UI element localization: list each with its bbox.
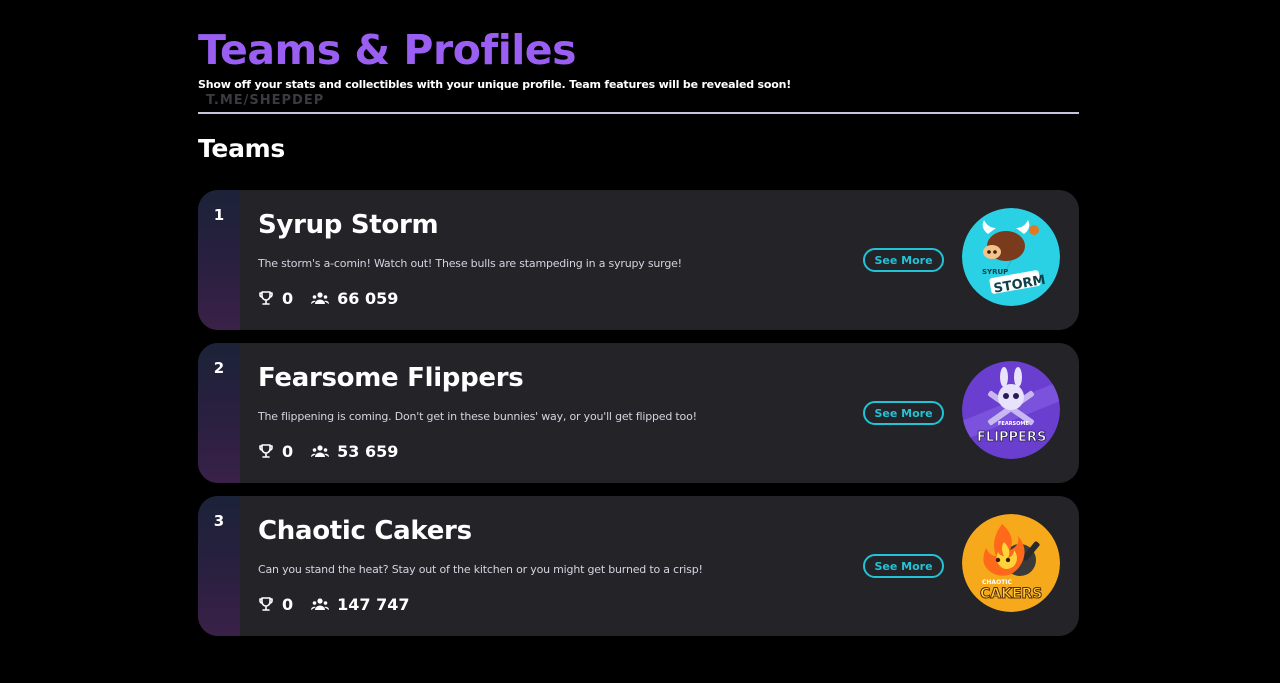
team-logo-fearsome-flippers: FEARSOME FLIPPERS [962, 361, 1060, 459]
team-list: 1 Syrup Storm The storm's a-comin! Watch… [198, 190, 1079, 649]
team-rank: 3 [213, 512, 225, 530]
rank-strip: 1 [198, 190, 240, 330]
logo-top-text: SYRUP [982, 268, 1008, 276]
divider [198, 112, 1079, 114]
trophy-stat: 0 [258, 289, 293, 308]
team-name: Chaotic Cakers [258, 516, 472, 546]
members-icon [311, 291, 330, 305]
team-rank: 1 [213, 206, 225, 224]
members-stat: 53 659 [311, 442, 398, 461]
team-name: Syrup Storm [258, 210, 439, 240]
page-subtitle: Show off your stats and collectibles wit… [198, 78, 792, 91]
members-icon [311, 597, 330, 611]
rank-strip: 2 [198, 343, 240, 483]
logo-text: CAKERS [980, 586, 1042, 602]
team-card: 1 Syrup Storm The storm's a-comin! Watch… [198, 190, 1079, 330]
section-title-teams: Teams [198, 134, 285, 163]
member-count: 147 747 [337, 594, 410, 614]
team-card: 2 Fearsome Flippers The flippening is co… [198, 343, 1079, 483]
team-description: The storm's a-comin! Watch out! These bu… [258, 257, 682, 270]
trophy-stat: 0 [258, 442, 293, 461]
trophy-count: 0 [282, 441, 294, 461]
trophy-stat: 0 [258, 595, 293, 614]
team-stats: 0 66 059 [258, 288, 416, 308]
team-rank: 2 [213, 359, 225, 377]
see-more-button[interactable]: See More [863, 554, 944, 578]
team-logo-chaotic-cakers: CHAOTIC CAKERS [962, 514, 1060, 612]
trophy-icon [258, 596, 274, 612]
trophy-count: 0 [282, 288, 294, 308]
members-icon [311, 444, 330, 458]
trophy-icon [258, 290, 274, 306]
team-description: Can you stand the heat? Stay out of the … [258, 563, 703, 576]
watermark: T.ME/SHEPDEP [206, 93, 325, 108]
rank-strip: 3 [198, 496, 240, 636]
team-logo-syrup-storm: SYRUP STORM [962, 208, 1060, 306]
members-stat: 147 747 [311, 594, 410, 614]
team-stats: 0 53 659 [258, 441, 416, 461]
team-name: Fearsome Flippers [258, 363, 524, 393]
team-stats: 0 147 747 [258, 594, 428, 614]
see-more-button[interactable]: See More [863, 401, 944, 425]
team-description: The flippening is coming. Don't get in t… [258, 410, 697, 423]
trophy-icon [258, 443, 274, 459]
team-card: 3 Chaotic Cakers Can you stand the heat?… [198, 496, 1079, 636]
logo-top-text: CHAOTIC [982, 579, 1012, 586]
trophy-count: 0 [282, 594, 294, 614]
members-stat: 66 059 [311, 289, 398, 308]
logo-top-text: FEARSOME [998, 421, 1029, 427]
member-count: 66 059 [337, 288, 399, 308]
see-more-button[interactable]: See More [863, 248, 944, 272]
page-title: Teams & Profiles [198, 26, 577, 74]
member-count: 53 659 [337, 441, 399, 461]
logo-text: FLIPPERS [977, 430, 1046, 445]
